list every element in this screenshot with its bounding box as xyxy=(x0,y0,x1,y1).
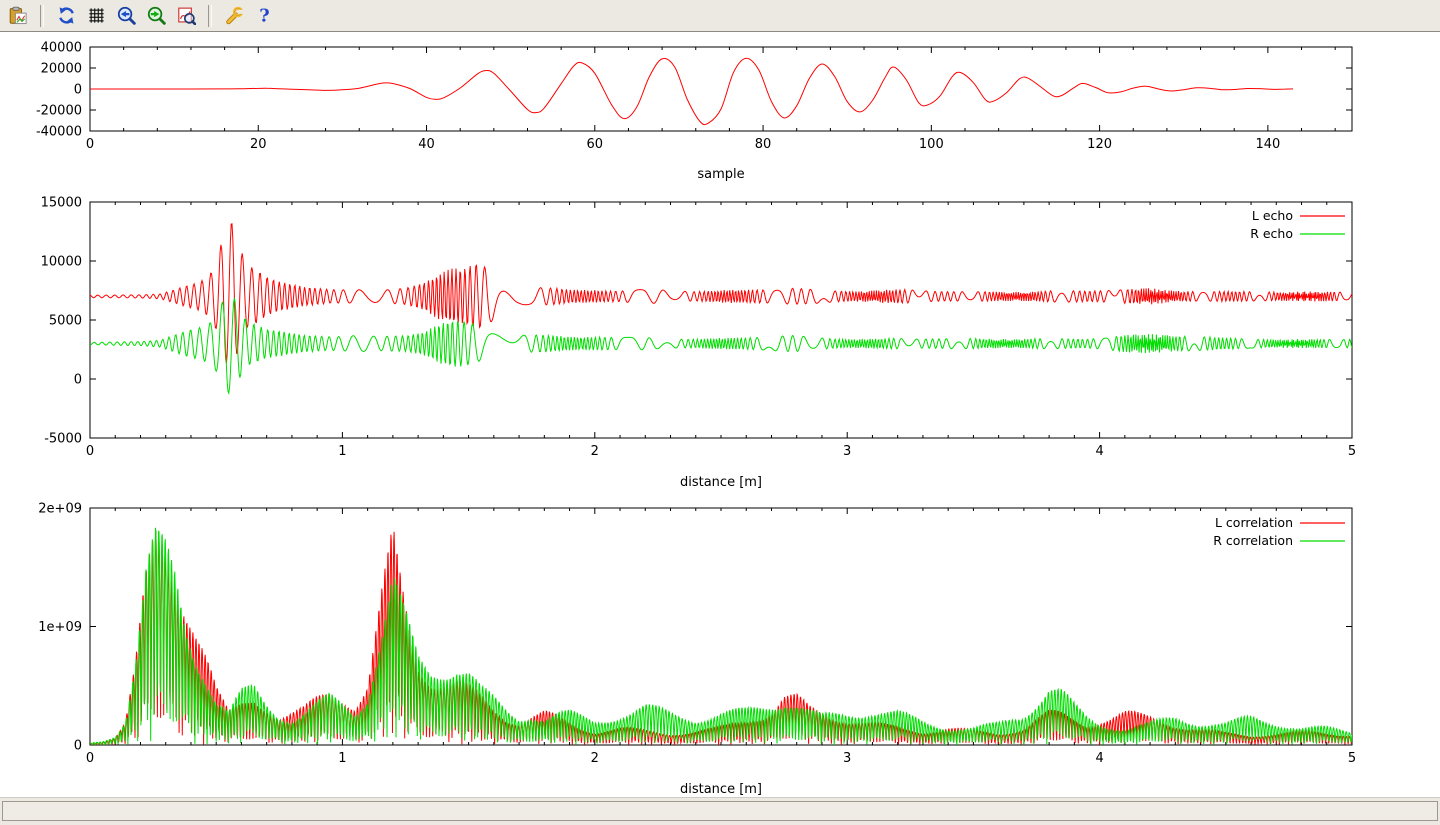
plot-echo-signals: 0 1 2 3 4 5 -5000 0 5000 10000 15000 distance [m] L … xyxy=(41,196,1357,491)
plot-frame xyxy=(90,202,1352,438)
legend: L correlation R correlation xyxy=(1213,515,1345,548)
series-r-echo-line xyxy=(90,298,1352,393)
legend-label: R correlation xyxy=(1213,533,1293,548)
plots-canvas: 020406080100120140-40000-200000200004000… xyxy=(0,33,1440,797)
svg-text:60: 60 xyxy=(587,137,604,152)
help-icon: ? xyxy=(255,6,274,25)
series-group xyxy=(90,224,1352,393)
svg-text:5: 5 xyxy=(1348,444,1356,459)
autoscale-icon xyxy=(177,6,196,25)
svg-text:0: 0 xyxy=(74,83,82,98)
svg-text:20: 20 xyxy=(250,137,267,152)
svg-text:3: 3 xyxy=(843,751,851,766)
series-group xyxy=(90,58,1293,124)
svg-text:140: 140 xyxy=(1255,137,1280,152)
x-axis-label: distance [m] xyxy=(680,782,762,797)
svg-text:4: 4 xyxy=(1095,751,1103,766)
svg-text:0: 0 xyxy=(74,373,82,388)
svg-text:1e+09: 1e+09 xyxy=(38,620,82,635)
svg-text:?: ? xyxy=(259,6,269,25)
toolbar-separator xyxy=(208,5,212,27)
legend: L echo R echo xyxy=(1250,208,1345,241)
zoom-next-icon xyxy=(147,6,166,25)
svg-text:100: 100 xyxy=(919,137,944,152)
replot-button[interactable] xyxy=(53,3,79,29)
axis-ticks xyxy=(90,508,1352,745)
series-group xyxy=(90,528,1352,745)
replot-icon xyxy=(57,6,76,25)
toggle-grid-button[interactable] xyxy=(83,3,109,29)
series-r-correlation-line xyxy=(90,528,1352,745)
svg-text:-20000: -20000 xyxy=(36,104,82,119)
legend-label: R echo xyxy=(1250,226,1293,241)
svg-text:1: 1 xyxy=(338,751,346,766)
series-l-correlation-line xyxy=(90,531,1352,745)
svg-text:80: 80 xyxy=(755,137,772,152)
svg-text:0: 0 xyxy=(86,751,94,766)
svg-text:2: 2 xyxy=(591,751,599,766)
svg-text:5: 5 xyxy=(1348,751,1356,766)
svg-text:0: 0 xyxy=(86,444,94,459)
legend-label: L echo xyxy=(1252,208,1293,223)
zoom-previous-icon xyxy=(117,6,136,25)
svg-text:3: 3 xyxy=(843,444,851,459)
svg-text:1: 1 xyxy=(338,444,346,459)
svg-text:5000: 5000 xyxy=(49,314,82,329)
svg-text:15000: 15000 xyxy=(41,196,82,211)
status-bar xyxy=(0,797,1440,825)
axis-tick-labels: 0 1 2 3 4 5 -5000 0 5000 10000 15000 xyxy=(41,196,1357,460)
gnuplot-window: ? 020406080100120140-40000-2000002000040… xyxy=(0,0,1440,825)
configure-icon xyxy=(225,6,244,25)
svg-text:-40000: -40000 xyxy=(36,125,82,140)
svg-text:0: 0 xyxy=(86,137,94,152)
plot-frame xyxy=(90,508,1352,745)
axis-ticks xyxy=(90,202,1352,438)
status-bar-text xyxy=(2,801,1438,821)
svg-text:10000: 10000 xyxy=(41,255,82,270)
svg-text:0: 0 xyxy=(74,739,82,754)
plot-transmit-waveform: 0 20 40 60 80 100 120 140 -40000 -20000 0 20000 4000… xyxy=(36,41,1352,183)
zoom-previous-button[interactable] xyxy=(113,3,139,29)
svg-text:40000: 40000 xyxy=(41,41,82,56)
axis-tick-labels: 0 20 40 60 80 100 120 140 -40000 -20000 0 20000 4000… xyxy=(36,41,1280,153)
legend-label: L correlation xyxy=(1215,515,1293,530)
copy-to-clipboard-button[interactable] xyxy=(5,3,31,29)
plot-correlation: 0 1 2 3 4 5 0 1e+09 2e+09 distance [m] L correlati… xyxy=(38,502,1356,798)
toolbar: ? xyxy=(0,0,1440,32)
help-button[interactable]: ? xyxy=(251,3,277,29)
x-axis-label: sample xyxy=(697,167,744,182)
zoom-next-button[interactable] xyxy=(143,3,169,29)
svg-text:2e+09: 2e+09 xyxy=(38,502,82,517)
x-axis-label: distance [m] xyxy=(680,475,762,490)
svg-text:20000: 20000 xyxy=(41,62,82,77)
configure-button[interactable] xyxy=(221,3,247,29)
grid-icon xyxy=(87,6,106,25)
svg-text:40: 40 xyxy=(418,137,435,152)
copy-plot-icon xyxy=(9,6,28,25)
svg-text:4: 4 xyxy=(1095,444,1103,459)
toolbar-separator xyxy=(40,5,44,27)
autoscale-button[interactable] xyxy=(173,3,199,29)
svg-text:120: 120 xyxy=(1087,137,1112,152)
series-waveform-line xyxy=(90,58,1293,124)
svg-text:2: 2 xyxy=(591,444,599,459)
svg-text:-5000: -5000 xyxy=(44,432,82,447)
